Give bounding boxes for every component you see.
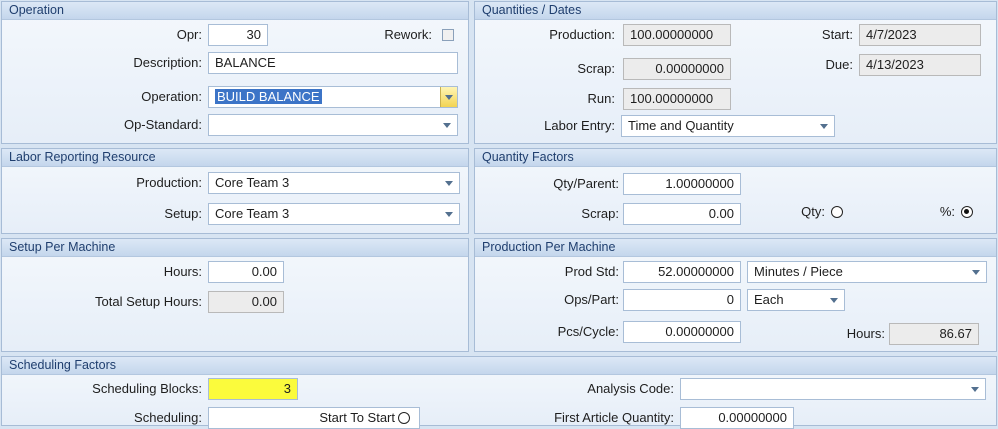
chevron-down-icon (830, 298, 838, 303)
chevron-down-icon (445, 181, 453, 186)
analysis-code-label: Analysis Code: (587, 381, 674, 396)
production-label: Production: (549, 27, 615, 42)
due-label: Due: (825, 57, 853, 72)
operation-label: Operation: (141, 89, 202, 104)
qty-parent-label: Qty/Parent: (553, 176, 619, 191)
scrap-label: Scrap: (577, 61, 615, 76)
first-article-field[interactable]: 0.00000000 (680, 407, 794, 429)
pcs-cycle-field[interactable]: 0.00000000 (623, 321, 741, 343)
labor-setup-combo[interactable]: Core Team 3 (208, 203, 460, 225)
scheduling-field[interactable]: Start To Start (208, 407, 420, 429)
qty-radio-label: Qty: (801, 204, 825, 219)
pct-radio[interactable] (961, 206, 973, 218)
ops-part-unit-combo[interactable]: Each (747, 289, 845, 311)
qty-scrap-field[interactable]: 0.00 (623, 203, 741, 225)
qty-radio[interactable] (831, 206, 843, 218)
pct-radio-label: %: (939, 204, 955, 219)
first-article-label: First Article Quantity: (554, 410, 674, 425)
chevron-down-icon (972, 270, 980, 275)
scheduling-label: Scheduling: (134, 410, 202, 425)
rework-checkbox[interactable] (442, 29, 454, 41)
analysis-code-combo[interactable] (680, 378, 986, 400)
chevron-down-icon (820, 124, 828, 129)
scheduling-blocks-label: Scheduling Blocks: (92, 381, 202, 396)
panel-title: Production Per Machine (475, 239, 996, 257)
chevron-down-icon (443, 123, 451, 128)
quantities-panel: Quantities / Dates Production: 100.00000… (474, 1, 997, 144)
prod-hours-label: Hours: (846, 326, 885, 341)
labor-production-label: Production: (136, 175, 202, 190)
qty-scrap-label: Scrap: (581, 206, 619, 221)
prod-std-label: Prod Std: (564, 264, 619, 279)
start-label: Start: (821, 27, 853, 42)
prod-std-field[interactable]: 52.00000000 (623, 261, 741, 283)
labor-entry-label: Labor Entry: (544, 118, 615, 133)
ops-part-unit-value: Each (754, 292, 784, 307)
panel-title: Operation (2, 2, 468, 20)
prod-std-unit-combo[interactable]: Minutes / Piece (747, 261, 987, 283)
opr-field[interactable]: 30 (208, 24, 268, 46)
labor-entry-value: Time and Quantity (628, 118, 734, 133)
run-label: Run: (587, 91, 615, 106)
total-setup-label: Total Setup Hours: (95, 294, 202, 309)
ops-part-label: Ops/Part: (564, 292, 619, 307)
prod-machine-panel: Production Per Machine Prod Std: 52.0000… (474, 238, 997, 352)
chevron-down-icon (445, 212, 453, 217)
opstandard-label: Op-Standard: (123, 117, 202, 132)
run-field: 100.00000000 (623, 88, 731, 110)
opr-label: Opr: (176, 27, 202, 42)
panel-title: Quantities / Dates (475, 2, 996, 20)
panel-title: Scheduling Factors (2, 357, 996, 375)
setup-hours-field[interactable]: 0.00 (208, 261, 284, 283)
dropdown-button[interactable] (440, 87, 457, 107)
production-field: 100.00000000 (623, 24, 731, 46)
opstandard-combo[interactable] (208, 114, 458, 136)
operation-combo[interactable]: BUILD BALANCE (208, 86, 458, 108)
scheduling-value: Start To Start (319, 410, 395, 425)
setup-machine-panel: Setup Per Machine Hours: 0.00 Total Setu… (1, 238, 469, 352)
labor-production-combo[interactable]: Core Team 3 (208, 172, 460, 194)
prod-hours-field: 86.67 (889, 323, 979, 345)
ops-part-field[interactable]: 0 (623, 289, 741, 311)
pcs-cycle-label: Pcs/Cycle: (557, 324, 619, 339)
labor-panel: Labor Reporting Resource Production: Cor… (1, 148, 469, 234)
total-setup-field: 0.00 (208, 291, 284, 313)
qty-factors-panel: Quantity Factors Qty/Parent: 1.00000000 … (474, 148, 997, 234)
panel-title: Setup Per Machine (2, 239, 468, 257)
labor-production-value: Core Team 3 (215, 175, 290, 190)
operation-panel: Operation Opr: 30 Rework: Description: B… (1, 1, 469, 144)
rework-label: Rework: (384, 27, 432, 42)
due-field: 4/13/2023 (859, 54, 981, 76)
description-label: Description: (133, 55, 202, 70)
qty-parent-field[interactable]: 1.00000000 (623, 173, 741, 195)
panel-title: Labor Reporting Resource (2, 149, 468, 167)
scheduling-panel: Scheduling Factors Scheduling Blocks: 3 … (1, 356, 997, 429)
start-field: 4/7/2023 (859, 24, 981, 46)
setup-hours-label: Hours: (163, 264, 202, 279)
description-field[interactable]: BALANCE (208, 52, 458, 74)
prod-std-unit-value: Minutes / Piece (754, 264, 843, 279)
labor-entry-combo[interactable]: Time and Quantity (621, 115, 835, 137)
scheduling-radio[interactable] (398, 412, 410, 424)
chevron-down-icon (971, 387, 979, 392)
operation-value: BUILD BALANCE (215, 89, 322, 104)
scheduling-blocks-field[interactable]: 3 (208, 378, 298, 400)
scrap-field: 0.00000000 (623, 58, 731, 80)
labor-setup-value: Core Team 3 (215, 206, 290, 221)
panel-title: Quantity Factors (475, 149, 996, 167)
labor-setup-label: Setup: (164, 206, 202, 221)
chevron-down-icon (445, 95, 453, 100)
